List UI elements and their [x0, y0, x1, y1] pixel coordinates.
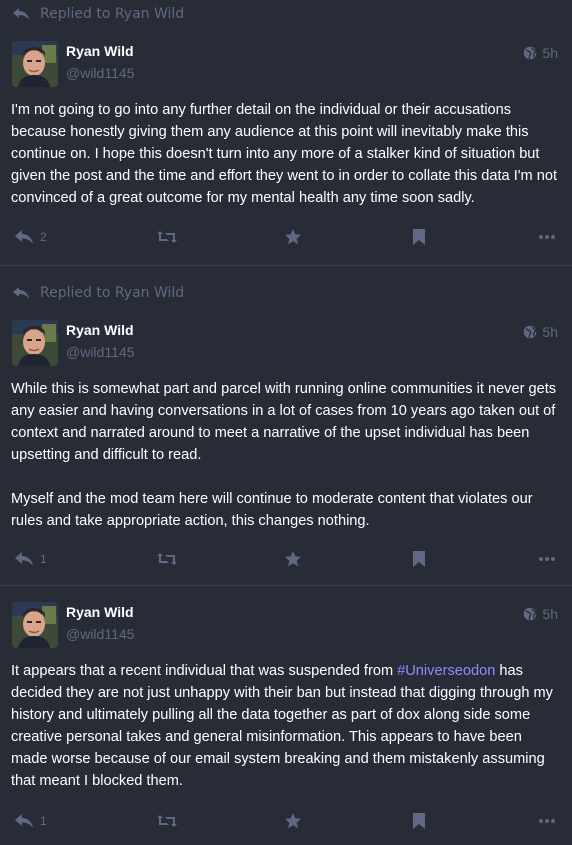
- reply-button[interactable]: 1: [14, 547, 47, 571]
- account-handle[interactable]: @wild1145: [66, 344, 134, 360]
- status-paragraph: While this is somewhat part and parcel w…: [11, 381, 557, 463]
- bookmark-button[interactable]: [412, 225, 426, 249]
- reply-count: 2: [40, 230, 47, 244]
- reply-context-label: Replied to Ryan Wild: [40, 285, 185, 301]
- reply-arrow-icon: [15, 230, 33, 244]
- status-card[interactable]: Replied to Ryan Wild Ryan Wild @wild1145: [0, 266, 572, 586]
- status-header: Ryan Wild @wild1145 5h: [12, 320, 560, 368]
- boost-retweet-icon: [157, 231, 177, 243]
- favourite-button[interactable]: [284, 809, 302, 833]
- status-paragraph: I'm not going to go into any further det…: [11, 102, 558, 206]
- ellipsis-icon: [539, 235, 555, 239]
- globe-icon: [523, 607, 538, 621]
- star-icon: [285, 813, 301, 829]
- timeline-feed: Replied to Ryan Wild Ryan Wild @wild1145: [0, 0, 572, 845]
- content-text: has decided they are not just unhappy wi…: [11, 663, 553, 789]
- account-handle[interactable]: @wild1145: [66, 65, 134, 81]
- bookmark-icon: [413, 551, 425, 567]
- avatar[interactable]: [12, 41, 58, 87]
- star-icon: [285, 551, 301, 567]
- reply-arrow-icon: [12, 286, 30, 300]
- reply-count: 1: [40, 814, 47, 828]
- ellipsis-icon: [539, 819, 555, 823]
- ellipsis-icon: [539, 557, 555, 561]
- timestamp-label: 5h: [542, 45, 558, 61]
- bookmark-button[interactable]: [412, 547, 426, 571]
- avatar[interactable]: [12, 602, 58, 648]
- reply-context[interactable]: Replied to Ryan Wild: [12, 3, 184, 25]
- status-action-bar: 1: [0, 547, 572, 571]
- display-name[interactable]: Ryan Wild: [66, 322, 134, 338]
- globe-icon: [523, 46, 538, 60]
- account-handle[interactable]: @wild1145: [66, 626, 134, 642]
- favourite-button[interactable]: [284, 225, 302, 249]
- display-name[interactable]: Ryan Wild: [66, 604, 134, 620]
- status-action-bar: 1: [0, 809, 572, 833]
- status-card[interactable]: Ryan Wild @wild1145 5h It appears that a…: [0, 587, 572, 845]
- status-header: Ryan Wild @wild1145 5h: [12, 41, 560, 89]
- reply-arrow-icon: [15, 814, 33, 828]
- boost-button[interactable]: [157, 225, 177, 249]
- reply-arrow-icon: [12, 7, 30, 21]
- more-options-button[interactable]: [539, 547, 555, 571]
- bookmark-button[interactable]: [412, 809, 426, 833]
- reply-button[interactable]: 2: [14, 225, 47, 249]
- reply-count: 1: [40, 552, 47, 566]
- boost-retweet-icon: [157, 815, 177, 827]
- status-paragraph: Myself and the mod team here will contin…: [11, 491, 533, 529]
- star-icon: [285, 229, 301, 245]
- favourite-button[interactable]: [284, 547, 302, 571]
- status-content: It appears that a recent individual that…: [11, 660, 562, 792]
- timestamp-label: 5h: [542, 324, 558, 340]
- status-card[interactable]: Replied to Ryan Wild Ryan Wild @wild1145: [0, 0, 572, 266]
- reply-context[interactable]: Replied to Ryan Wild: [12, 282, 184, 304]
- timestamp-label: 5h: [542, 606, 558, 622]
- status-header: Ryan Wild @wild1145 5h: [12, 602, 560, 650]
- avatar[interactable]: [12, 320, 58, 366]
- reply-context-label: Replied to Ryan Wild: [40, 6, 185, 22]
- reply-button[interactable]: 1: [14, 809, 47, 833]
- boost-button[interactable]: [157, 547, 177, 571]
- more-options-button[interactable]: [539, 225, 555, 249]
- hashtag-link[interactable]: #Universeodon: [397, 663, 495, 679]
- status-paragraph: It appears that a recent individual that…: [11, 660, 562, 792]
- bookmark-icon: [413, 813, 425, 829]
- reply-arrow-icon: [15, 552, 33, 566]
- status-timestamp[interactable]: 5h: [523, 324, 558, 340]
- boost-retweet-icon: [157, 553, 177, 565]
- status-content: While this is somewhat part and parcel w…: [11, 378, 562, 532]
- status-action-bar: 2: [0, 225, 572, 249]
- status-timestamp[interactable]: 5h: [523, 45, 558, 61]
- boost-button[interactable]: [157, 809, 177, 833]
- status-content: I'm not going to go into any further det…: [11, 99, 562, 209]
- content-text: It appears that a recent individual that…: [11, 663, 398, 679]
- globe-icon: [523, 325, 538, 339]
- bookmark-icon: [413, 229, 425, 245]
- display-name[interactable]: Ryan Wild: [66, 43, 134, 59]
- more-options-button[interactable]: [539, 809, 555, 833]
- status-timestamp[interactable]: 5h: [523, 606, 558, 622]
